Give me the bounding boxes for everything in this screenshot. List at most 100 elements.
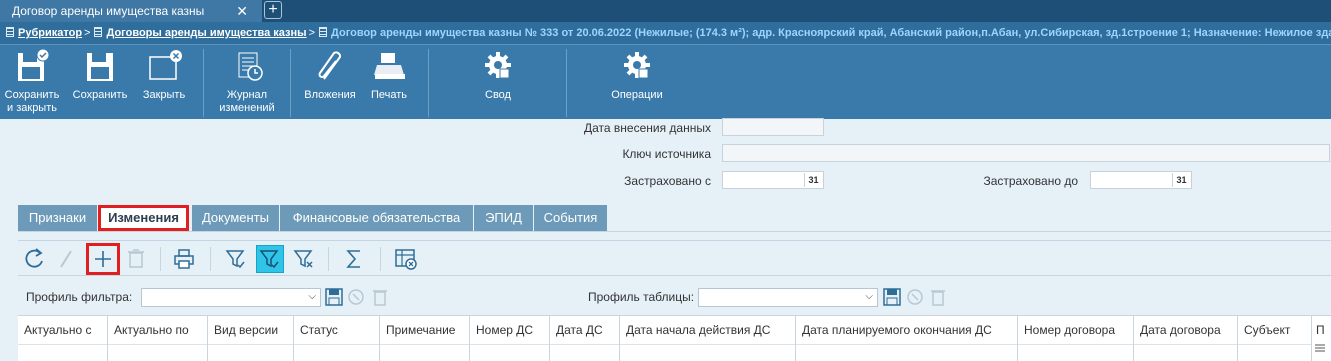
toolbar-divider [328, 247, 329, 271]
operations-label: Операции [611, 89, 663, 101]
window-tab-bar: Договор аренды имущества казны ✕ + [0, 0, 1331, 22]
column-header-label: Номер договора [1024, 323, 1115, 337]
change-journal-label: Журнал изменений [219, 89, 275, 114]
clear-filter-icon[interactable] [290, 245, 318, 273]
toolbar-divider [210, 247, 211, 271]
attachments-label: Вложения [304, 89, 356, 101]
column-header[interactable]: Статус [294, 316, 380, 361]
delete-icon[interactable] [122, 245, 150, 273]
calendar-icon[interactable]: 31 [804, 173, 822, 187]
table-profile-label: Профиль таблицы: [588, 290, 695, 304]
column-header-label: Дата начала действия ДС [626, 323, 771, 337]
chevron-down-icon: ⌵ [865, 291, 873, 302]
list-icon [6, 27, 14, 37]
delete-profile-icon[interactable] [929, 288, 947, 306]
tab-epid[interactable]: ЭПИД [474, 205, 534, 231]
save-and-close-button[interactable]: Сохранить и закрыть [2, 45, 62, 120]
breadcrumb-separator: > [84, 27, 91, 39]
tab-changes[interactable]: Изменения [98, 205, 189, 231]
gear-icon [617, 49, 657, 85]
column-header-label: Вид версии [214, 323, 279, 337]
toolbar-divider [380, 247, 381, 271]
column-header[interactable]: Актуально с [18, 316, 108, 361]
print-icon[interactable] [170, 245, 198, 273]
change-journal-button[interactable]: Журнал изменений [210, 45, 284, 120]
operations-button[interactable]: Операции [604, 45, 670, 120]
ribbon-toolbar: Сохранить и закрыть Сохранить Закрыть Жу… [0, 44, 1331, 119]
changes-table-header: Актуально с Актуально по Вид версии Стат… [18, 315, 1331, 361]
edit-icon[interactable] [52, 245, 80, 273]
delete-profile-icon[interactable] [371, 288, 389, 306]
data-entry-date-label: Дата внесения данных [584, 121, 711, 135]
tab-documents[interactable]: Документы [192, 205, 280, 231]
summary-label: Свод [485, 89, 511, 101]
tab-events[interactable]: События [534, 205, 608, 231]
active-filter-icon[interactable] [256, 245, 284, 273]
breadcrumb-rubricator[interactable]: Рубрикатор [18, 27, 82, 39]
save-profile-icon[interactable] [883, 288, 901, 306]
column-menu-icon[interactable] [1315, 342, 1325, 352]
column-header[interactable]: Актуально по [108, 316, 208, 361]
summary-button[interactable]: Свод [470, 45, 526, 120]
refresh-icon[interactable] [20, 245, 48, 273]
source-key-label: Ключ источника [622, 147, 711, 161]
sum-icon[interactable] [340, 245, 368, 273]
table-profile-select[interactable]: ⌵ [698, 288, 878, 307]
journal-icon [227, 49, 267, 85]
tab-financial-obligations[interactable]: Финансовые обязательства [280, 205, 474, 231]
column-header[interactable]: Дата договора [1134, 316, 1238, 361]
filter-profile-select[interactable]: ⌵ [141, 288, 321, 307]
save-close-icon [12, 48, 52, 85]
data-entry-date-field [722, 118, 824, 136]
breadcrumb-contracts[interactable]: Договоры аренды имущества казны [106, 27, 306, 39]
column-header-label: Номер ДС [476, 323, 534, 337]
paperclip-icon [310, 49, 350, 85]
save-button[interactable]: Сохранить [68, 45, 132, 120]
gear-icon [478, 49, 518, 85]
column-header[interactable]: Примечание [380, 316, 470, 361]
tab-attributes[interactable]: Признаки [18, 205, 98, 231]
close-tab-icon[interactable]: ✕ [236, 0, 248, 22]
close-button[interactable]: Закрыть [136, 45, 192, 120]
attachments-button[interactable]: Вложения [298, 45, 362, 120]
ribbon-divider [566, 49, 567, 117]
print-label: Печать [370, 89, 408, 101]
grid-toolbar [18, 240, 1331, 276]
column-header[interactable]: Номер ДС [470, 316, 550, 361]
save-label: Сохранить [72, 89, 128, 101]
insured-to-label: Застраховано до [983, 174, 1078, 188]
breadcrumb: Рубрикатор > Договоры аренды имущества каз… [0, 22, 1331, 44]
ribbon-divider [428, 49, 429, 117]
add-row-button[interactable] [86, 243, 120, 275]
insured-to-field[interactable]: 31 [1090, 171, 1192, 189]
save-profile-icon[interactable] [325, 288, 343, 306]
document-tab-title: Договор аренды имущества казны [12, 4, 205, 18]
column-header[interactable]: Дата начала действия ДС [620, 316, 796, 361]
filter-profile-label: Профиль фильтра: [26, 290, 133, 304]
column-header[interactable]: П [1312, 316, 1331, 361]
reset-profile-icon[interactable] [906, 288, 924, 306]
column-header-label: Дата договора [1140, 323, 1221, 337]
column-header[interactable]: Вид версии [208, 316, 294, 361]
column-header[interactable]: Дата ДС [550, 316, 620, 361]
column-header-label: Актуально по [114, 323, 189, 337]
column-header[interactable]: Дата планируемого окончания ДС [796, 316, 1018, 361]
reset-profile-icon[interactable] [347, 288, 365, 306]
chevron-down-icon: ⌵ [308, 291, 316, 302]
breadcrumb-current: Договор аренды имущества казны № 333 от … [331, 27, 1331, 39]
close-window-icon [144, 49, 184, 85]
column-header[interactable]: Субъект [1238, 316, 1312, 361]
column-header[interactable]: Номер договора [1018, 316, 1134, 361]
insured-from-field[interactable]: 31 [722, 171, 824, 189]
filter-icon[interactable] [222, 245, 250, 273]
calendar-icon[interactable]: 31 [1172, 173, 1190, 187]
source-key-field [722, 144, 1330, 162]
toolbar-divider [160, 247, 161, 271]
print-button[interactable]: Печать [362, 45, 416, 120]
column-header-label: Актуально с [24, 323, 92, 337]
document-tab[interactable]: Договор аренды имущества казны ✕ [0, 0, 262, 22]
add-tab-button[interactable]: + [264, 1, 282, 19]
table-settings-icon[interactable] [392, 245, 420, 273]
column-header-label: Примечание [386, 323, 456, 337]
column-header-label: Дата планируемого окончания ДС [802, 323, 992, 337]
